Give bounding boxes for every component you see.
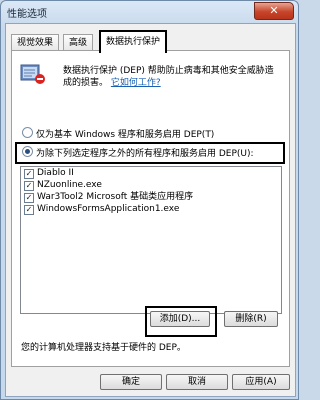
dep-help-link[interactable]: 它如何工作? — [111, 78, 161, 88]
checkbox-checked-icon[interactable]: ✓ — [24, 181, 34, 191]
radio-basic-label: 仅为基本 Windows 程序和服务启用 DEP(T) — [36, 130, 215, 140]
radio-all-except-label: 为除下列选定程序之外的所有程序和服务启用 DEP(U): — [36, 149, 254, 159]
list-item[interactable]: ✓ WindowsFormsApplication1.exe — [21, 203, 281, 215]
dep-description: 数据执行保护 (DEP) 帮助防止病毒和其他安全威胁造成的损害。 它如何工作? — [63, 65, 281, 89]
performance-options-window: 性能选项 ✕ 视觉效果 高级 数据执行保护 数据执行保护 (DEP) 帮助防止病… — [0, 0, 299, 400]
dep-shield-icon — [20, 64, 45, 84]
tab-visual-effects[interactable]: 视觉效果 — [11, 34, 60, 51]
close-button[interactable]: ✕ — [254, 2, 294, 20]
program-name: NZuonline.exe — [37, 180, 102, 190]
radio-button-all-except[interactable] — [22, 146, 33, 157]
checkbox-checked-icon[interactable]: ✓ — [24, 205, 34, 215]
dep-program-list[interactable]: ✓ Diablo II ✓ NZuonline.exe ✓ War3Tool2 Mic… — [20, 166, 282, 314]
program-name: WindowsFormsApplication1.exe — [37, 204, 180, 214]
hardware-dep-note: 您的计算机处理器支持基于硬件的 DEP。 — [21, 343, 186, 353]
tab-advanced[interactable]: 高级 — [63, 34, 94, 51]
ok-button[interactable]: 确定 — [100, 374, 162, 390]
tab-dep[interactable]: 数据执行保护 — [99, 30, 168, 53]
remove-button[interactable]: 删除(R) — [224, 311, 278, 327]
list-item[interactable]: ✓ War3Tool2 Microsoft 基础类应用程序 — [21, 191, 281, 203]
dep-panel: 数据执行保护 (DEP) 帮助防止病毒和其他安全威胁造成的损害。 它如何工作? … — [11, 50, 290, 367]
list-item[interactable]: ✓ Diablo II — [21, 167, 281, 179]
list-item[interactable]: ✓ NZuonline.exe — [21, 179, 281, 191]
apply-button[interactable]: 应用(A) — [232, 374, 290, 390]
dep-description-text: 数据执行保护 (DEP) 帮助防止病毒和其他安全威胁造成的损害。 — [63, 66, 274, 88]
dialog-client-area: 视觉效果 高级 数据执行保护 数据执行保护 (DEP) 帮助防止病毒和其他安全威… — [5, 23, 296, 397]
radio-button-basic[interactable] — [22, 127, 33, 138]
checkbox-checked-icon[interactable]: ✓ — [24, 169, 34, 179]
window-title: 性能选项 — [7, 9, 47, 20]
cancel-button[interactable]: 取消 — [166, 374, 228, 390]
program-name: War3Tool2 Microsoft 基础类应用程序 — [37, 192, 194, 202]
radio-all-except-selected[interactable]: 为除下列选定程序之外的所有程序和服务启用 DEP(U): — [22, 146, 254, 160]
add-button[interactable]: 添加(D)... — [150, 311, 210, 327]
radio-basic-windows-only[interactable]: 仅为基本 Windows 程序和服务启用 DEP(T) — [22, 127, 214, 141]
checkbox-checked-icon[interactable]: ✓ — [24, 193, 34, 203]
program-name: Diablo II — [37, 168, 74, 178]
